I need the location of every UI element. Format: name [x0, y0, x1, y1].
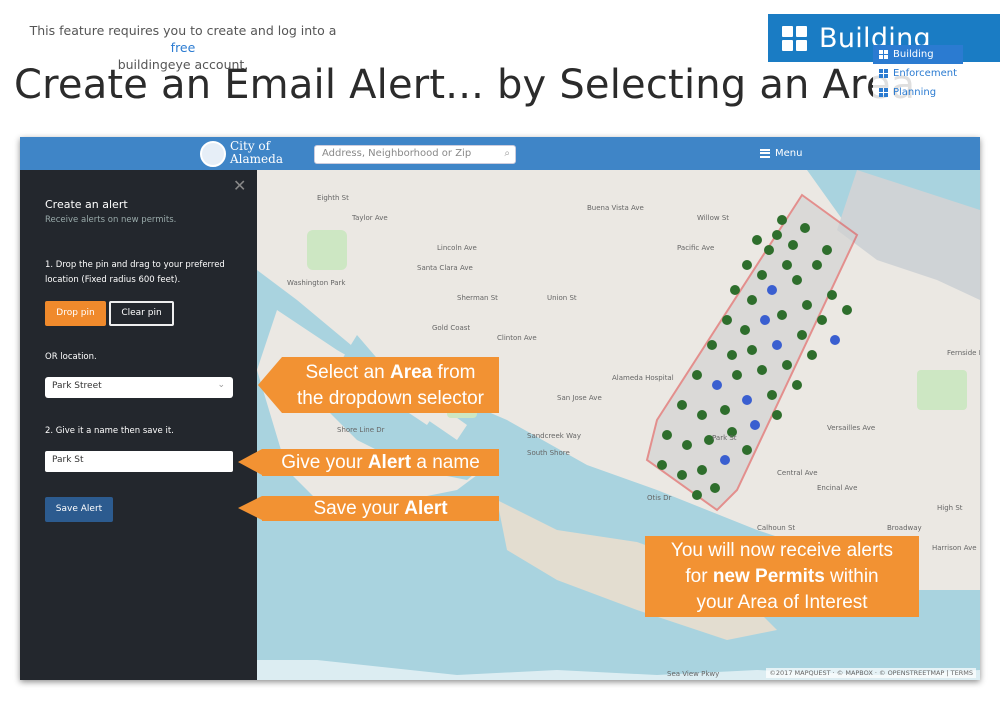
- page: This feature requires you to create and …: [0, 0, 1000, 715]
- callout-name-a: Give your: [281, 452, 368, 473]
- close-icon[interactable]: ✕: [233, 176, 246, 195]
- layer-switcher: Building Enforcement Planning: [873, 45, 963, 102]
- step1-instructions: 1. Drop the pin and drag to your preferr…: [45, 260, 225, 285]
- search-input[interactable]: Address, Neighborhood or Zip ⌕: [314, 145, 516, 164]
- clear-pin-button[interactable]: Clear pin: [109, 301, 174, 326]
- map-label-sherman-st: Sherman St: [457, 294, 498, 302]
- menu-label: Menu: [775, 147, 803, 159]
- map-label-harrison-ave: Harrison Ave: [932, 544, 977, 552]
- map-label-central-ave: Central Ave: [777, 469, 818, 477]
- location-select-value: Park Street: [52, 381, 102, 391]
- map-label-high-st: High St: [937, 504, 963, 512]
- callout-result-b: new Permits: [712, 566, 825, 587]
- map-label-sea-view-pkwy: Sea View Pkwy: [667, 670, 719, 678]
- city-name[interactable]: City of Alameda: [230, 140, 283, 166]
- grid-icon: [879, 50, 888, 59]
- callout-save-alert: Save your Alert: [238, 496, 499, 521]
- callout-save-b: Alert: [404, 498, 448, 519]
- menu-button[interactable]: Menu: [760, 147, 802, 159]
- search-icon[interactable]: ⌕: [504, 148, 510, 159]
- map-label-south-shore: South Shore: [527, 449, 570, 457]
- callout-save-a: Save your: [313, 498, 405, 519]
- map-label-versailles-ave: Versailles Ave: [827, 424, 875, 432]
- map-label-park-st: Park St: [712, 434, 737, 442]
- map-label-pacific-ave: Pacific Ave: [677, 244, 714, 252]
- callout-name-b: Alert: [367, 452, 412, 473]
- callout-area-d: the dropdown selector: [297, 388, 484, 409]
- map-label-broadway: Broadway: [887, 524, 922, 532]
- map-label-shore-line-dr: Shore Line Dr: [337, 426, 385, 434]
- callout-select-area: Select an Area from the dropdown selecto…: [258, 357, 499, 413]
- map-label-taylor-ave: Taylor Ave: [351, 214, 388, 222]
- map-label-buena-vista-ave: Buena Vista Ave: [587, 204, 644, 212]
- save-alert-button[interactable]: Save Alert: [45, 497, 113, 522]
- or-location-label: OR location.: [45, 352, 97, 362]
- callout-result-a: for: [685, 566, 713, 587]
- map-label-alameda-hospital: Alameda Hospital: [612, 374, 674, 382]
- note-prefix: This feature requires you to create and …: [29, 23, 337, 38]
- sidebar-subtitle: Receive alerts on new permits.: [45, 215, 177, 225]
- callout-name-c: a name: [411, 452, 480, 473]
- sidebar-title: Create an alert: [45, 198, 128, 211]
- app-topbar: City of Alameda Address, Neighborhood or…: [20, 137, 980, 170]
- layer-building-label: Building: [893, 49, 934, 60]
- map-label-sandcreek-way: Sandcreek Way: [527, 432, 581, 440]
- layer-enforcement[interactable]: Enforcement: [873, 64, 963, 83]
- drop-pin-button[interactable]: Drop pin: [45, 301, 106, 326]
- alert-name-input[interactable]: Park St: [45, 451, 233, 472]
- callout-result-line1: You will now receive alerts: [670, 540, 894, 561]
- map-label-san-jose-ave: San Jose Ave: [557, 394, 602, 402]
- callout-area-a: Select an: [305, 362, 390, 383]
- hamburger-icon: [760, 147, 770, 159]
- callout-area-b: Area: [389, 362, 433, 383]
- callout-result-c: within: [824, 566, 879, 587]
- map-label-eighth-st: Eighth St: [317, 194, 349, 202]
- layer-planning[interactable]: Planning: [873, 83, 963, 102]
- step2-instructions: 2. Give it a name then save it.: [45, 426, 174, 436]
- map-label-washington-park: Washington Park: [287, 279, 346, 287]
- map-attribution[interactable]: ©2017 MAPQUEST · © MAPBOX · © OPENSTREET…: [766, 668, 976, 678]
- callout-result-line3: your Area of Interest: [696, 592, 868, 613]
- city-seal-icon: [200, 141, 226, 167]
- free-link[interactable]: free: [171, 40, 196, 55]
- map-label-fernside-blvd: Fernside Blvd: [947, 349, 980, 357]
- callout-give-name: Give your Alert a name: [238, 449, 499, 476]
- map-label-santa-clara-ave: Santa Clara Ave: [417, 264, 473, 272]
- city-name-line2: Alameda: [230, 152, 283, 166]
- map-label-union-st: Union St: [547, 294, 577, 302]
- chevron-down-icon: ⌄: [217, 380, 225, 390]
- callout-receive-alerts: You will now receive alerts for new Perm…: [645, 536, 919, 617]
- grid-icon: [782, 25, 807, 51]
- map-label-encinal-ave: Encinal Ave: [817, 484, 857, 492]
- map-label-lincoln-ave: Lincoln Ave: [437, 244, 477, 252]
- layer-building[interactable]: Building: [873, 45, 963, 64]
- map-label-willow-st: Willow St: [697, 214, 729, 222]
- map-label-calhoun-st: Calhoun St: [757, 524, 795, 532]
- grid-icon: [879, 88, 888, 97]
- callout-area-c: from: [432, 362, 476, 383]
- alert-name-value: Park St: [52, 455, 84, 465]
- alert-sidebar: ✕ Create an alert Receive alerts on new …: [20, 170, 257, 680]
- layer-enforcement-label: Enforcement: [893, 68, 957, 79]
- search-placeholder: Address, Neighborhood or Zip: [322, 148, 472, 159]
- map-label-gold-coast: Gold Coast: [432, 324, 470, 332]
- location-select[interactable]: Park Street ⌄: [45, 377, 233, 398]
- grid-icon: [879, 69, 888, 78]
- map-label-clinton-ave: Clinton Ave: [497, 334, 537, 342]
- page-title: Create an Email Alert... by Selecting an…: [14, 62, 916, 108]
- map-label-otis-dr: Otis Dr: [647, 494, 671, 502]
- layer-planning-label: Planning: [893, 87, 937, 98]
